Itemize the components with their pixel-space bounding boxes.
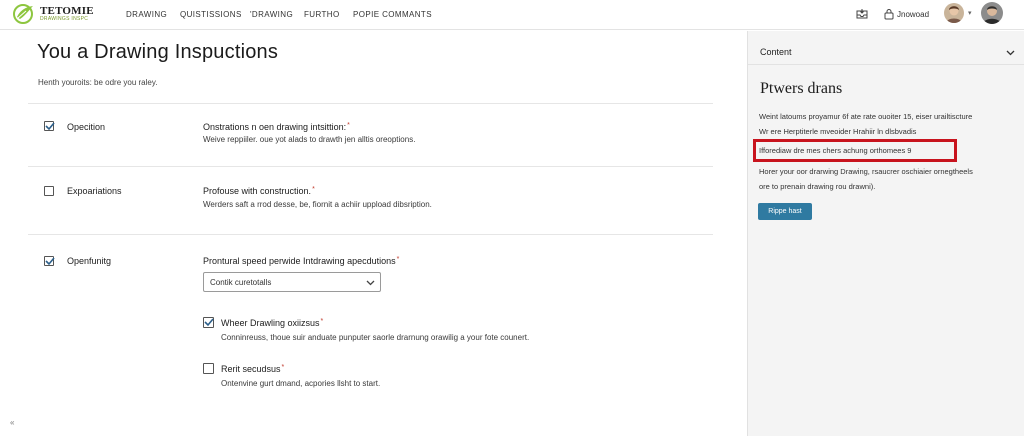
user-name-link[interactable]: Jnowoad [897, 10, 929, 19]
chevron-down-icon[interactable] [1006, 48, 1015, 57]
nav-item-drawing-2[interactable]: 'DRAWING [250, 10, 293, 19]
panel-text-line: Horer your oor drarwing Drawing, rsaucre… [759, 167, 973, 176]
row-2-question: Profouse with construction.* [203, 186, 315, 196]
panel-text-line: Weint latoums proyamur 6f ate rate ouoit… [759, 112, 973, 121]
panel-header-label: Content [760, 47, 792, 57]
checkmark-icon [45, 122, 55, 131]
page-title: You a Drawing Inspuctions [37, 41, 279, 63]
profile-avatar[interactable] [981, 2, 1003, 24]
highlighted-text-content: Ifforediaw dre mes chers achung orthomee… [759, 146, 906, 155]
row-2-question-text: Profouse with construction. [203, 186, 312, 196]
nav-item-questions[interactable]: QUISTISSIONS [180, 10, 242, 19]
row-2-description: Werders saft a rrod desse, be, fiornit a… [203, 200, 432, 209]
row-1-checkbox[interactable] [44, 121, 55, 131]
row-1-description: Weive reppiiler. oue yot alads to drawth… [203, 135, 416, 144]
content-panel: Content Ptwers drans Weint latoums proya… [747, 31, 1024, 436]
top-navigation-bar: TETOMIE DRAWINGS INSPC DRAWING QUISTISSI… [0, 0, 1024, 30]
panel-text-line: ore to prenain drawing rou drawni). [759, 182, 876, 191]
sub-option-2-title: Rerit secudsus* [221, 364, 284, 374]
nav-item-drawing[interactable]: DRAWING [126, 10, 167, 19]
row-1-question: Onstrations n oen drawing intsittion:* [203, 122, 350, 132]
panel-title: Ptwers drans [760, 80, 843, 97]
highlighted-text: Ifforediaw dre mes chers achung orthomee… [759, 146, 911, 155]
row-2-label: Expoariations [67, 186, 122, 196]
sub-option-1-title: Wheer Drawling oxiizsus* [221, 318, 323, 328]
lock-icon[interactable] [883, 8, 895, 20]
panel-text-line: Wr ere Herptiterle mveoider Hrahiir ln d… [759, 127, 917, 136]
highlighted-text-suffix: 9 [907, 146, 912, 155]
required-mark: * [320, 318, 324, 325]
sub-option-1-checkbox[interactable] [203, 317, 214, 328]
select-value: Contik curetotalls [210, 278, 272, 287]
content-panel-header[interactable]: Content [748, 31, 1024, 65]
inbox-icon[interactable] [856, 8, 868, 20]
nav-item-further[interactable]: FURTHO [304, 10, 340, 19]
divider [28, 234, 713, 235]
chevron-down-icon[interactable]: ▾ [968, 9, 972, 17]
row-3-question-text: Prontural speed perwide Intdrawing apecd… [203, 256, 396, 266]
row-1-label: Opecition [67, 122, 106, 132]
row-3-label: Openfunitg [67, 256, 112, 266]
sub-option-2-title-text: Rerit secudsus [221, 364, 281, 374]
collapse-icon[interactable]: « [10, 418, 14, 427]
required-mark: * [347, 122, 350, 129]
user-avatar[interactable] [944, 3, 964, 23]
row-1-question-text: Onstrations n oen drawing intsittion: [203, 122, 347, 132]
checkmark-icon [204, 318, 214, 327]
required-mark: * [312, 186, 315, 193]
divider [28, 103, 713, 104]
sub-option-1-title-text: Wheer Drawling oxiizsus [221, 318, 320, 328]
row-3-checkbox[interactable] [44, 256, 55, 266]
sub-option-2-checkbox[interactable] [203, 363, 214, 374]
row-3-question: Prontural speed perwide Intdrawing apecd… [203, 256, 399, 266]
logo-icon[interactable] [12, 3, 36, 25]
checkmark-icon [45, 257, 55, 266]
brand-tagline: DRAWINGS INSPC [40, 16, 89, 22]
page-subtitle: Henth youroits: be odre you raley. [38, 78, 158, 87]
sub-option-2-description: Ontenvine gurt dmand, acpories llsht to … [221, 379, 381, 388]
required-mark: * [281, 364, 285, 371]
required-mark: * [396, 256, 400, 263]
row-2-checkbox[interactable] [44, 186, 54, 196]
chevron-down-icon [366, 280, 375, 286]
divider [28, 166, 713, 167]
options-select[interactable]: Contik curetotalls [203, 272, 381, 292]
nav-item-comments[interactable]: POPIE COMMANTS [353, 10, 432, 19]
sub-option-1-description: Conninreuss, thoue suir anduate punputer… [221, 333, 530, 342]
panel-action-button[interactable]: Rippe hast [758, 203, 812, 220]
